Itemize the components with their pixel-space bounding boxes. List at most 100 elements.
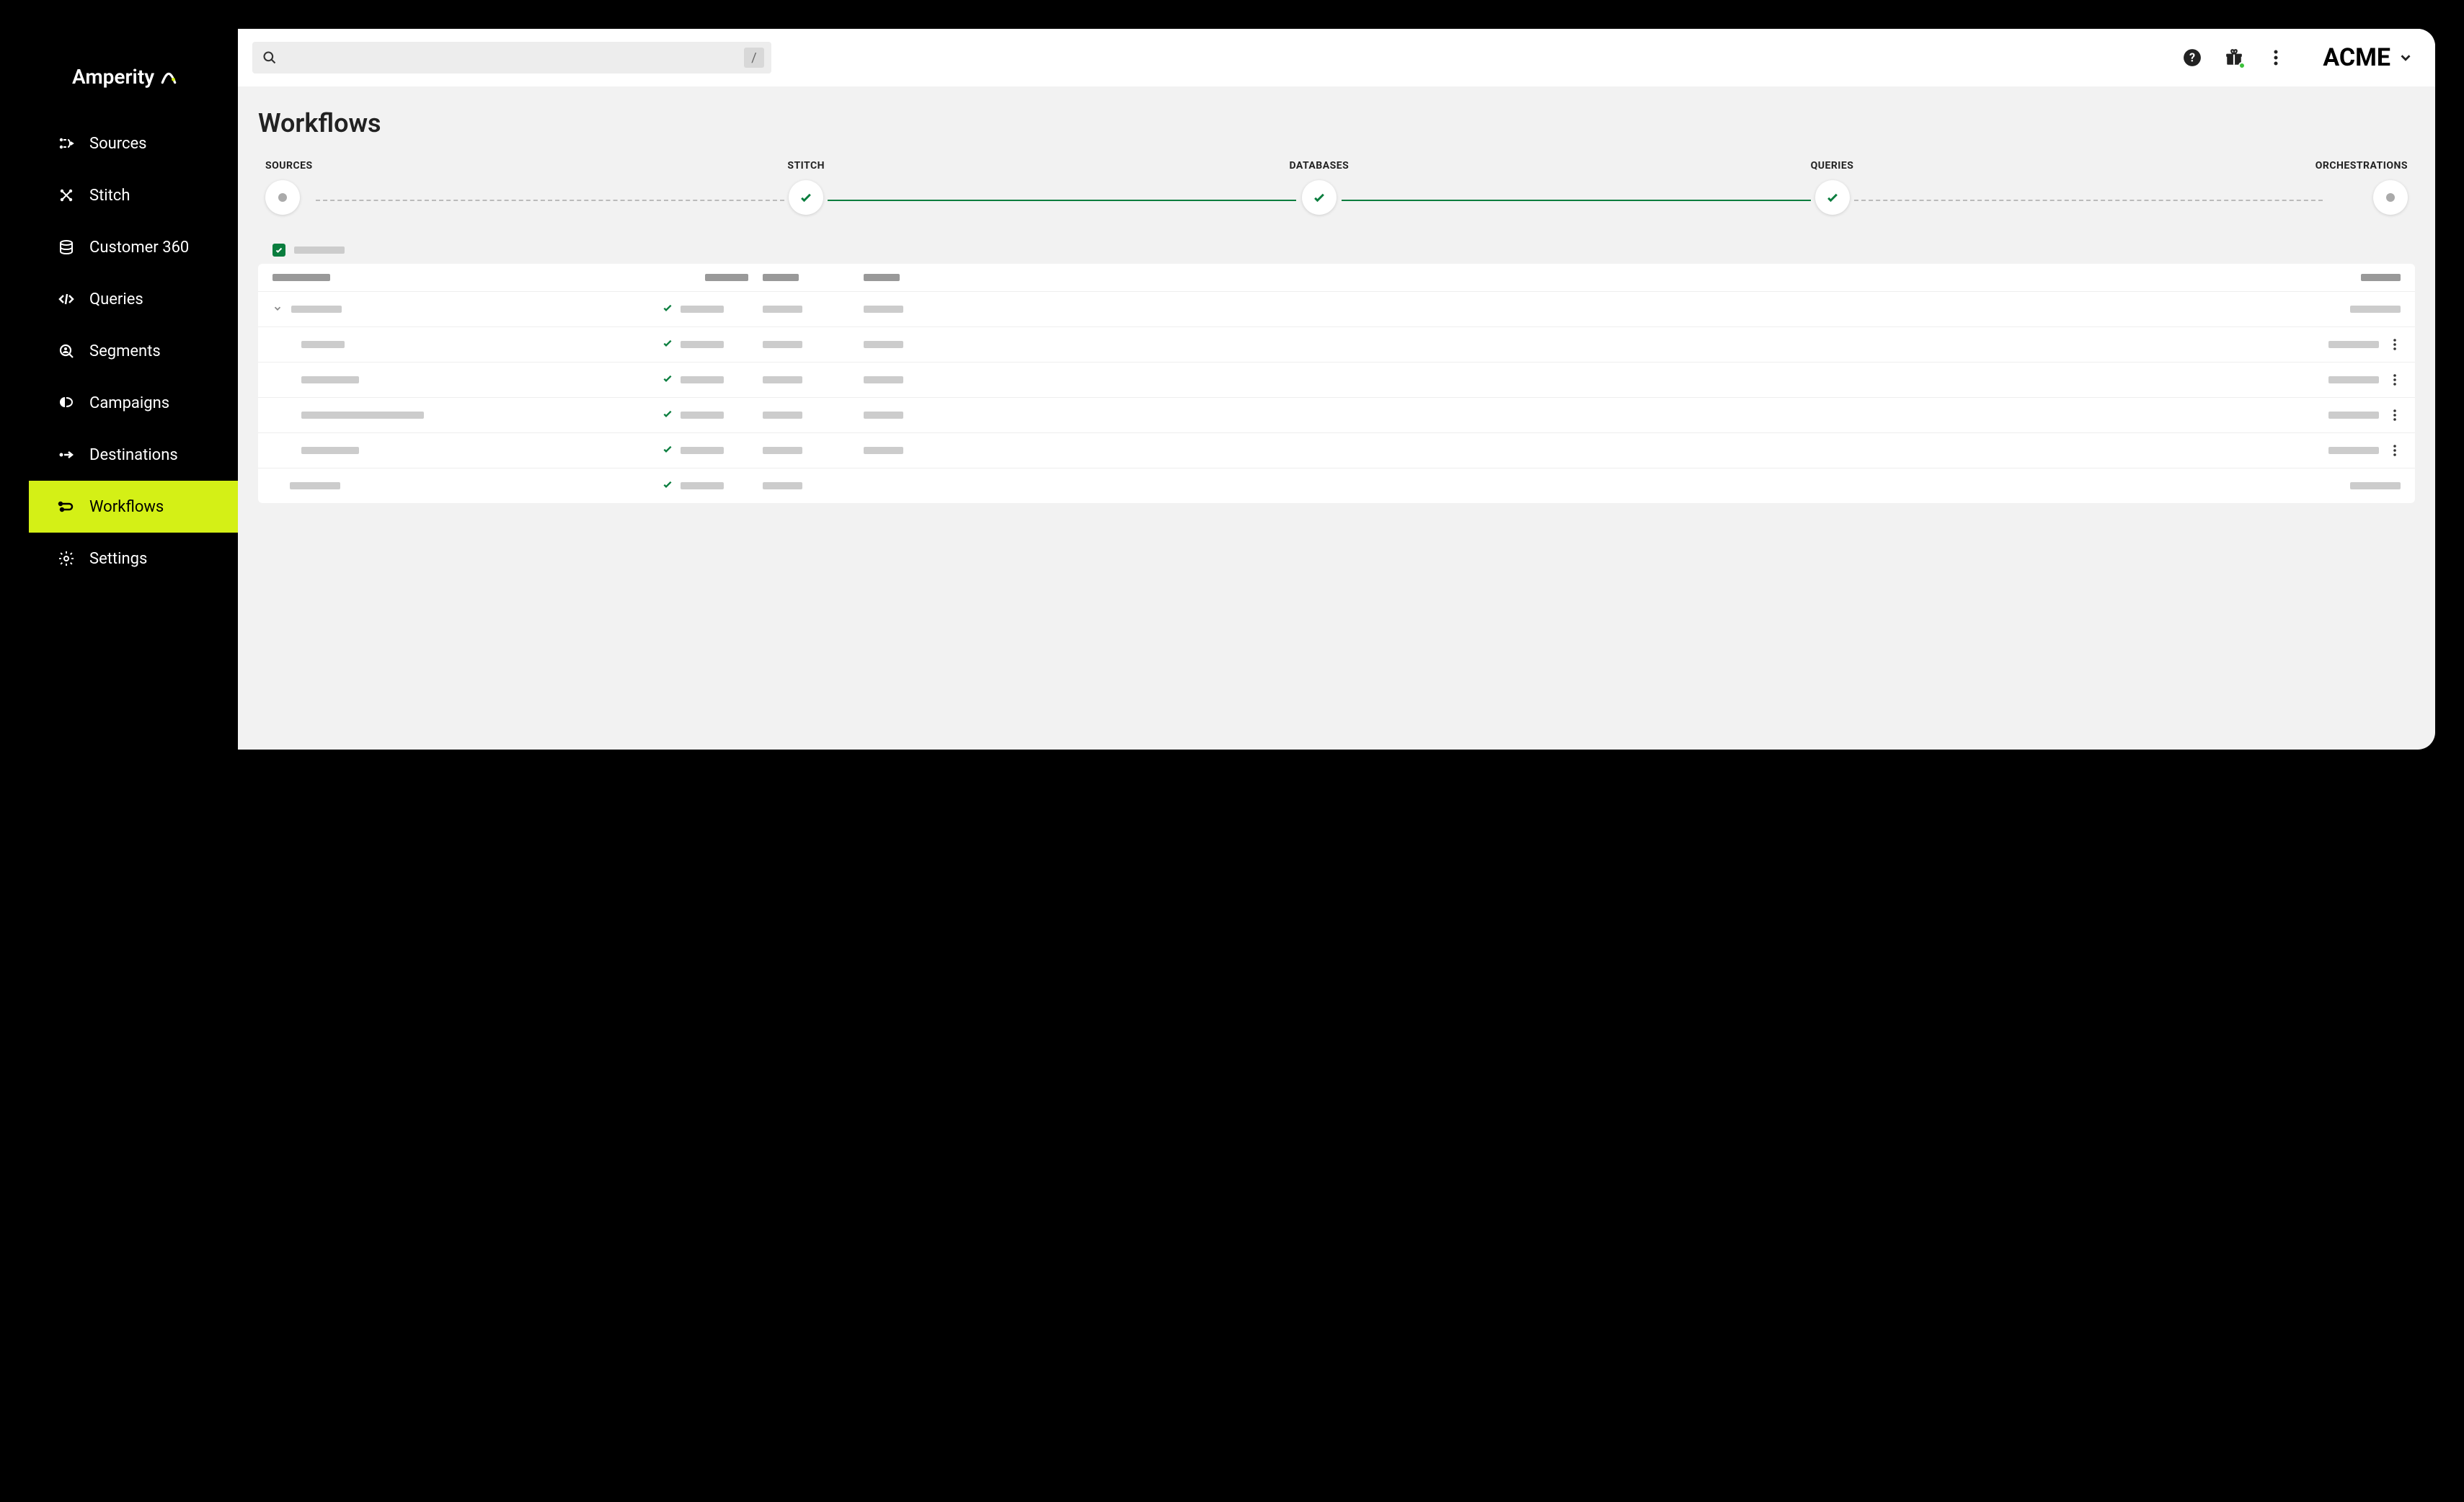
header-cell-placeholder <box>705 274 748 281</box>
sidebar-item-label: Settings <box>89 550 147 568</box>
pipeline-step-orchestrations[interactable]: ORCHESTRATIONS <box>2315 160 2408 215</box>
stitch-icon <box>56 185 76 205</box>
sidebar-item-label: Campaigns <box>89 394 169 412</box>
check-icon <box>662 443 673 458</box>
sidebar-item-label: Segments <box>89 342 161 360</box>
brand-logo: Amperity <box>29 43 238 117</box>
sidebar-item-queries[interactable]: Queries <box>29 273 238 325</box>
sidebar-item-destinations[interactable]: Destinations <box>29 429 238 481</box>
cell-placeholder <box>681 412 724 419</box>
database-icon <box>56 237 76 257</box>
header-cell-placeholder <box>763 274 799 281</box>
sidebar-item-label: Destinations <box>89 446 178 464</box>
campaigns-icon <box>56 393 76 413</box>
cell-placeholder <box>763 482 802 489</box>
cell-placeholder <box>763 447 802 454</box>
sidebar-item-label: Sources <box>89 135 147 153</box>
cell-placeholder <box>301 447 359 454</box>
check-icon <box>662 337 673 352</box>
search-field[interactable]: / <box>252 42 771 74</box>
step-label: STITCH <box>787 160 825 172</box>
sidebar-item-label: Workflows <box>89 498 164 516</box>
table-row[interactable] <box>258 292 2415 327</box>
cell-placeholder <box>301 376 359 383</box>
table-row[interactable] <box>258 433 2415 468</box>
code-icon <box>56 289 76 309</box>
destinations-icon <box>56 445 76 465</box>
sidebar-item-settings[interactable]: Settings <box>29 533 238 585</box>
sidebar-item-label: Customer 360 <box>89 239 189 257</box>
pipeline-connector <box>828 200 1296 201</box>
cell-placeholder <box>2350 482 2401 489</box>
cell-placeholder <box>864 412 903 419</box>
check-icon <box>662 302 673 316</box>
topbar: / ? ACME <box>238 29 2435 86</box>
cell-placeholder <box>763 341 802 348</box>
filter-checkbox[interactable] <box>272 244 285 257</box>
brand-glyph-icon <box>159 67 179 87</box>
tenant-name: ACME <box>2323 43 2390 72</box>
gift-icon[interactable] <box>2223 47 2245 68</box>
pipeline-step-queries[interactable]: QUERIES <box>1804 160 1861 215</box>
help-icon[interactable]: ? <box>2181 47 2203 68</box>
shortcut-hint: / <box>744 48 764 68</box>
cell-placeholder <box>763 376 802 383</box>
step-label: QUERIES <box>1811 160 1854 172</box>
chevron-down-icon <box>2398 43 2414 72</box>
pipeline-step-databases[interactable]: DATABASES <box>1289 160 1349 215</box>
brand-name: Amperity <box>72 65 154 89</box>
search-input[interactable] <box>287 50 737 66</box>
sidebar-item-sources[interactable]: Sources <box>29 117 238 169</box>
table-row[interactable] <box>258 327 2415 363</box>
sidebar-item-customer360[interactable]: Customer 360 <box>29 221 238 273</box>
cell-placeholder <box>2328 376 2379 383</box>
main-panel: / ? ACME <box>238 29 2435 750</box>
more-menu-icon[interactable] <box>2265 47 2287 68</box>
cell-placeholder <box>681 482 724 489</box>
step-status-done-icon <box>1302 180 1337 215</box>
row-more-menu-icon[interactable] <box>2389 445 2401 456</box>
tenant-switcher[interactable]: ACME <box>2323 43 2414 72</box>
step-label: SOURCES <box>265 160 313 172</box>
table-row[interactable] <box>258 398 2415 433</box>
search-icon <box>260 48 280 68</box>
filter-label-placeholder <box>294 246 345 254</box>
sidebar-item-campaigns[interactable]: Campaigns <box>29 377 238 429</box>
cell-placeholder <box>2328 412 2379 419</box>
pipeline-connector <box>316 200 784 201</box>
topbar-actions: ? <box>2181 47 2287 68</box>
cell-placeholder <box>864 306 903 313</box>
chevron-down-icon[interactable] <box>272 303 283 316</box>
sidebar-item-segments[interactable]: Segments <box>29 325 238 377</box>
notification-dot-icon <box>2238 62 2246 69</box>
gear-icon <box>56 548 76 569</box>
cell-placeholder <box>291 306 342 313</box>
table-header-row <box>258 264 2415 292</box>
pipeline-connector <box>1854 200 2323 201</box>
sidebar-item-stitch[interactable]: Stitch <box>29 169 238 221</box>
cell-placeholder <box>2328 341 2379 348</box>
table-row[interactable] <box>258 363 2415 398</box>
table-row[interactable] <box>258 468 2415 503</box>
cell-placeholder <box>763 306 802 313</box>
check-icon <box>662 373 673 387</box>
check-icon <box>662 408 673 422</box>
row-more-menu-icon[interactable] <box>2389 409 2401 421</box>
step-status-idle-icon <box>2373 180 2408 215</box>
step-status-done-icon <box>1815 180 1850 215</box>
step-label: ORCHESTRATIONS <box>2315 160 2408 172</box>
row-more-menu-icon[interactable] <box>2389 339 2401 350</box>
cell-placeholder <box>681 447 724 454</box>
filter-row <box>258 244 2415 264</box>
pipeline-step-stitch[interactable]: STITCH <box>777 160 835 215</box>
step-status-idle-icon <box>265 180 300 215</box>
workflows-icon <box>56 497 76 517</box>
sidebar-item-workflows[interactable]: Workflows <box>29 481 238 533</box>
pipeline-step-sources[interactable]: SOURCES <box>265 160 323 215</box>
step-label: DATABASES <box>1289 160 1349 172</box>
sidebar: Amperity Sources Stitch <box>29 29 238 750</box>
pipeline-steps: SOURCES STITCH DATABASES <box>265 160 2408 215</box>
sources-icon <box>56 133 76 154</box>
row-more-menu-icon[interactable] <box>2389 374 2401 386</box>
cell-placeholder <box>681 341 724 348</box>
